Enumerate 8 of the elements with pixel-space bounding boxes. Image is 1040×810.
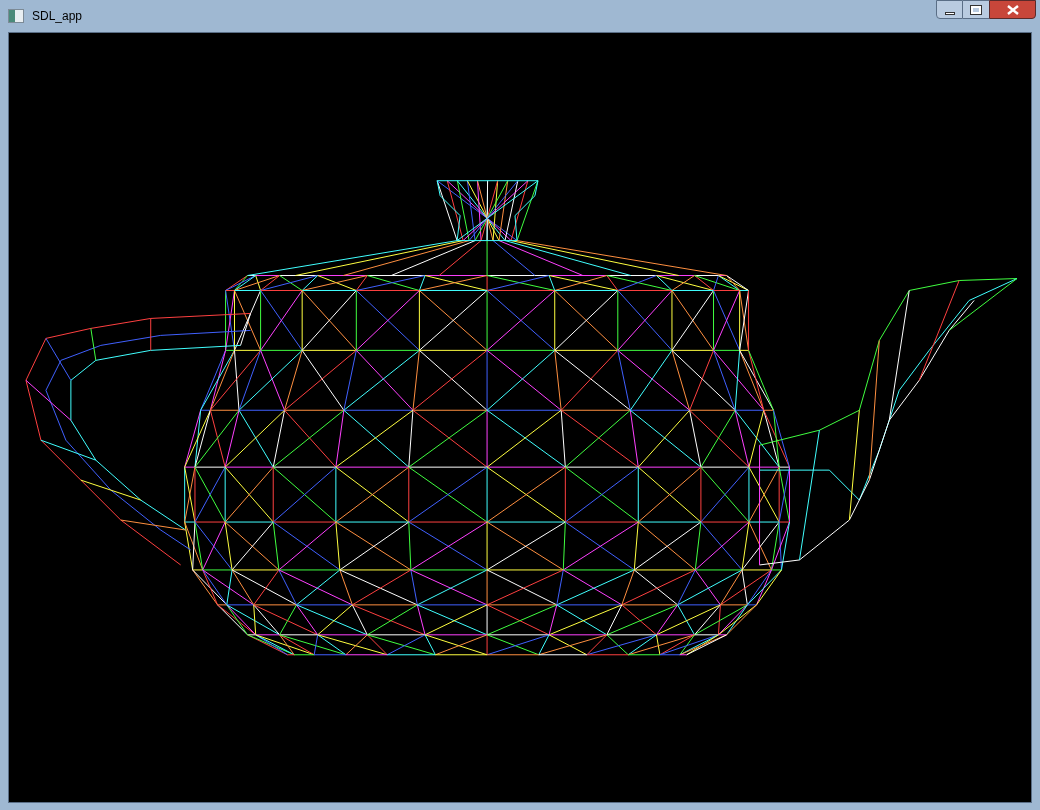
window-title: SDL_app: [32, 8, 83, 25]
maximize-icon: [971, 5, 981, 14]
app-icon: [8, 9, 24, 23]
minimize-icon: [944, 12, 955, 15]
close-button[interactable]: [989, 0, 1036, 19]
minimize-button[interactable]: [936, 0, 963, 19]
maximize-button[interactable]: [963, 0, 989, 19]
close-icon: [1006, 4, 1019, 15]
